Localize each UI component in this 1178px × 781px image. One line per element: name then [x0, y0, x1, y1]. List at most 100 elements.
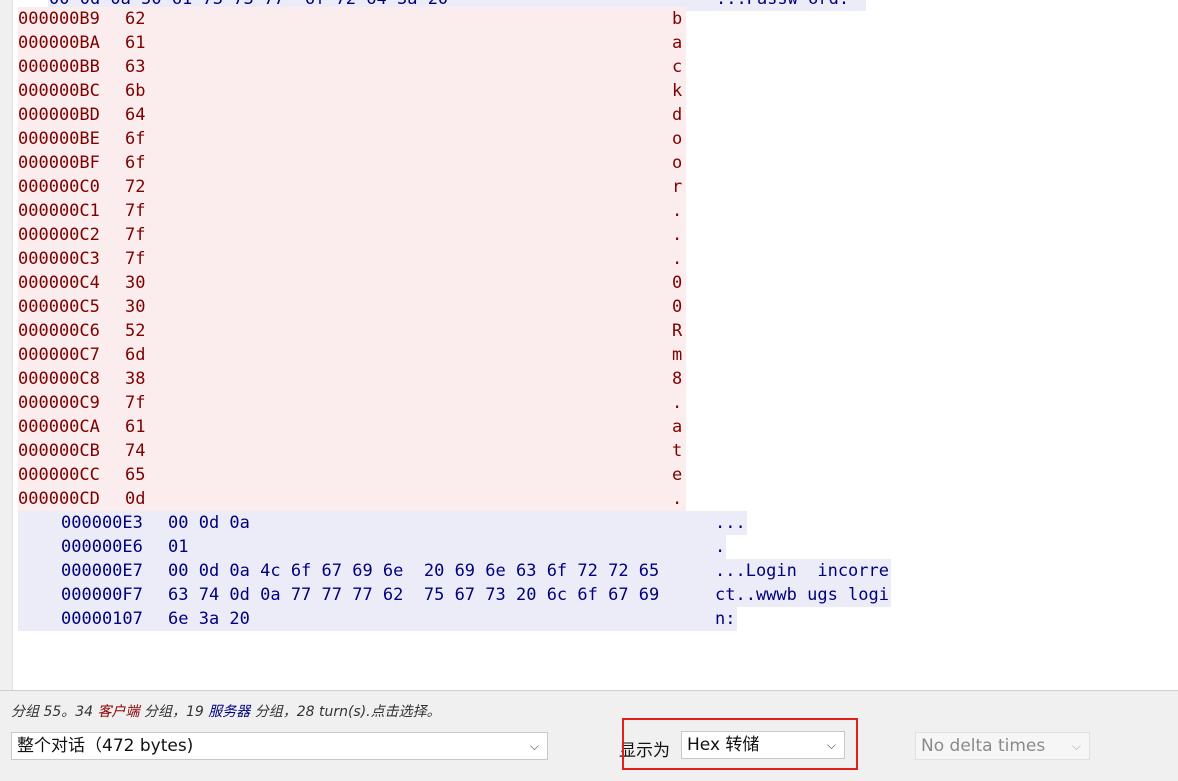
ascii-text: .	[672, 201, 683, 221]
hex-bytes: 30	[125, 297, 146, 317]
row-offset: 000000C2	[18, 225, 100, 245]
ascii-text: d	[672, 105, 683, 125]
hex-bytes: 63 74 0d 0a 77 77 77 62 75 67 73 20 6c 6…	[168, 585, 660, 605]
hex-bytes: 65	[125, 465, 146, 485]
row-offset: 000000B9	[18, 9, 100, 29]
hex-bytes: 00 0d 0a 4c 6f 67 69 6e 20 69 6e 63 6f 7…	[168, 561, 660, 581]
client-row: 000000B9 62 b	[18, 7, 686, 31]
hex-bytes: 30	[125, 273, 146, 293]
ascii-text: b	[672, 9, 683, 29]
ascii-text: ...	[715, 513, 746, 533]
hex-bytes: 62	[125, 9, 146, 29]
row-offset: 000000C9	[18, 393, 100, 413]
row-offset: 000000BF	[18, 153, 100, 173]
client-row: 000000CB 74 t	[18, 439, 686, 463]
hex-bytes: 7f	[125, 201, 146, 221]
row-offset: 000000C3	[18, 249, 100, 269]
row-offset: 000000CC	[18, 465, 100, 485]
hex-bytes: 52	[125, 321, 146, 341]
hex-bytes: 00 0d 0a	[168, 513, 250, 533]
row-offset: 000000E7	[61, 561, 143, 581]
hex-bytes: 7f	[125, 393, 146, 413]
client-row: 000000BF 6f o	[18, 151, 686, 175]
client-row: 000000C7 6d m	[18, 343, 686, 367]
ascii-text: e	[672, 465, 683, 485]
ascii-text: R	[672, 321, 683, 341]
hex-bytes: 7f	[125, 225, 146, 245]
ascii-text: ct..wwwb ugs logi	[715, 585, 889, 605]
conversation-select-value: 整个对话（472 bytes)	[17, 736, 194, 756]
follow-stream-dump[interactable]: 00 0d 0a 50 61 73 73 77 6f 72 64 3a 20..…	[0, 0, 1178, 690]
row-offset: 000000BB	[18, 57, 100, 77]
client-row: 000000CA 61 a	[18, 415, 686, 439]
summary-suffix: 分组，28 turn(s).点击选择。	[250, 704, 441, 720]
ascii-text: 0	[672, 297, 683, 317]
ascii-text: .	[715, 537, 726, 557]
delta-select-value: No delta times	[921, 736, 1046, 756]
hex-bytes: 7f	[125, 249, 146, 269]
ascii-text: t	[672, 441, 683, 461]
hex-bytes: 74	[125, 441, 146, 461]
client-row: 000000BD 64 d	[18, 103, 686, 127]
ascii-text: .	[672, 249, 683, 269]
conversation-select[interactable]: 整个对话（472 bytes) ⌵	[11, 732, 548, 760]
hex-bytes: 72	[125, 177, 146, 197]
row-offset: 000000C5	[18, 297, 100, 317]
row-offset: 000000C8	[18, 369, 100, 389]
client-row: 000000C2 7f.	[18, 223, 686, 247]
client-row: 000000BC 6b k	[18, 79, 686, 103]
hex-bytes: 6e 3a 20	[168, 609, 250, 629]
hex-bytes: 6f	[125, 129, 146, 149]
hex-bytes: 38	[125, 369, 146, 389]
ascii-text: m	[672, 345, 683, 365]
hex-bytes: 0d	[125, 489, 146, 509]
ascii-text: c	[672, 57, 683, 77]
ascii-text: .	[672, 489, 683, 509]
client-row: 000000CC 65 e	[18, 463, 686, 487]
row-offset: 000000E6	[61, 537, 143, 557]
ascii-text: 0	[672, 273, 683, 293]
row-offset: 00000107	[61, 609, 143, 629]
ascii-text: .	[672, 393, 683, 413]
client-row: 000000C8 38 8	[18, 367, 686, 391]
client-row: 000000C1 7f.	[18, 199, 686, 223]
hex-bytes: 6b	[125, 81, 146, 101]
row-offset: 000000C7	[18, 345, 100, 365]
chevron-down-icon: ⌵	[1071, 739, 1081, 753]
client-row: 000000C5 30 0	[18, 295, 686, 319]
client-row: 000000C0 72 r	[18, 175, 686, 199]
hex-bytes: 63	[125, 57, 146, 77]
delta-times-select[interactable]: No delta times ⌵	[915, 732, 1090, 760]
ascii-text: a	[672, 33, 683, 53]
summary-mid: 分组，19	[139, 704, 209, 720]
hex-bytes: 64	[125, 105, 146, 125]
chevron-down-icon: ⌵	[529, 739, 539, 753]
row-offset: 000000CD	[18, 489, 100, 509]
packet-summary[interactable]: 分组 55。34 客户端 分组，19 服务器 分组，28 turn(s).点击选…	[11, 701, 441, 721]
ascii-text: a	[672, 417, 683, 437]
ascii-text: r	[672, 177, 683, 197]
ascii-text: 8	[672, 369, 683, 389]
row-offset: 000000C0	[18, 177, 100, 197]
row-offset: 000000F7	[61, 585, 143, 605]
hex-bytes: 61	[125, 417, 146, 437]
ascii-text: o	[672, 129, 683, 149]
row-offset: 000000BE	[18, 129, 100, 149]
ascii-text: .	[672, 225, 683, 245]
client-row: 000000C6 52 R	[18, 319, 686, 343]
row-offset: 000000C1	[18, 201, 100, 221]
hex-bytes: 6f	[125, 153, 146, 173]
row-offset: 000000BD	[18, 105, 100, 125]
client-row: 000000C3 7f.	[18, 247, 686, 271]
row-offset: 000000C6	[18, 321, 100, 341]
follow-stream-controls: 分组 55。34 客户端 分组，19 服务器 分组，28 turn(s).点击选…	[0, 690, 1178, 781]
row-offset: 000000CB	[18, 441, 100, 461]
row-offset: 000000E3	[61, 513, 143, 533]
row-offset: 000000C4	[18, 273, 100, 293]
client-row: 000000CD 0d.	[18, 487, 686, 511]
summary-client-label: 客户端	[97, 704, 140, 720]
ascii-text: k	[672, 81, 683, 101]
row-offset: 000000CA	[18, 417, 100, 437]
client-row: 000000BB 63 c	[18, 55, 686, 79]
client-row: 000000BE 6f o	[18, 127, 686, 151]
